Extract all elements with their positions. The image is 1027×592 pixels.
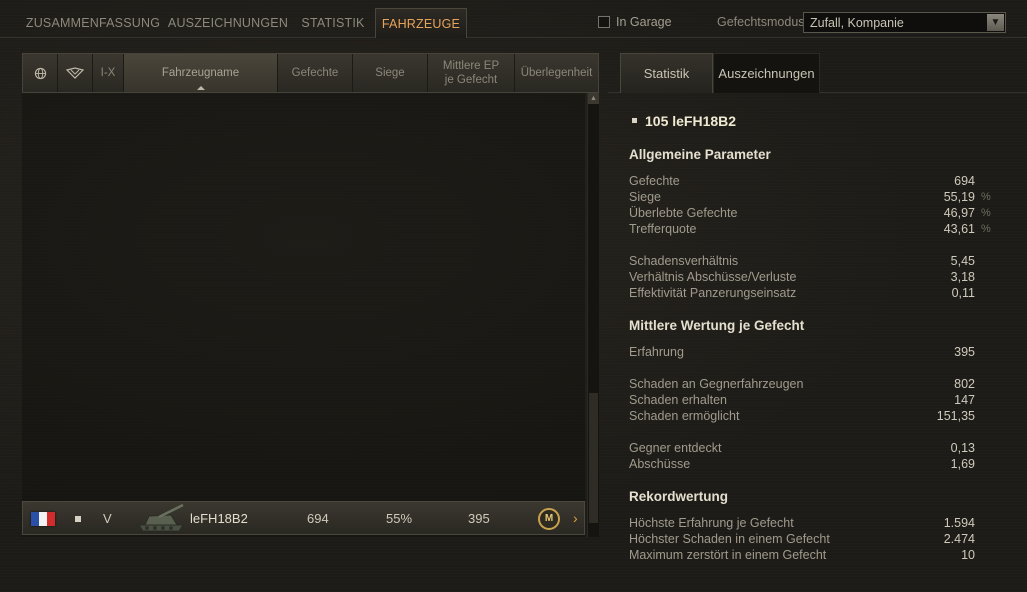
chevron-right-icon: › xyxy=(573,510,578,526)
row-tier: V xyxy=(103,511,112,526)
stat-unit: % xyxy=(981,223,991,235)
sort-ascending-icon xyxy=(196,86,205,90)
stat-value: 802 xyxy=(954,377,975,391)
vehicle-list-scrollbar[interactable]: ▲ xyxy=(587,93,599,537)
battles-header-label: Gefechte xyxy=(291,67,339,79)
row-wins: 55% xyxy=(386,511,413,526)
stat-label: Schaden ermöglicht xyxy=(629,409,740,423)
stat-label: Gegner entdeckt xyxy=(629,441,722,455)
tier-header-label: I-X xyxy=(100,67,116,79)
sort-by-avg-xp-button[interactable]: Mittlere EP je Gefecht xyxy=(428,54,515,92)
sort-by-type-button[interactable] xyxy=(58,54,93,92)
vehicle-detail-panel: Statistik Auszeichnungen 105 leFH18B2 Al… xyxy=(608,53,1027,592)
stat-value: 55,19 xyxy=(943,190,975,204)
france-flag-icon xyxy=(31,512,55,526)
battle-mode-value: Zufall, Kompanie xyxy=(810,16,904,30)
stat-label: Trefferquote xyxy=(629,222,697,236)
stat-label: Schaden an Gegnerfahrzeugen xyxy=(629,377,804,391)
stat-value: 1,69 xyxy=(950,457,975,471)
name-header-label: Fahrzeugname xyxy=(161,67,240,79)
in-garage-label: In Garage xyxy=(616,15,672,29)
section-title-general: Allgemeine Parameter xyxy=(629,147,771,162)
stat-value: 0,11 xyxy=(951,286,975,300)
spg-type-icon xyxy=(75,516,81,522)
globe-icon xyxy=(34,67,46,79)
stat-label: Höchste Erfahrung je Gefecht xyxy=(629,516,794,530)
tank-type-icon xyxy=(66,66,84,79)
row-battles: 694 xyxy=(307,511,329,526)
stat-value: 147 xyxy=(954,393,975,407)
stat-value: 694 xyxy=(954,174,975,188)
stat-label: Gefechte xyxy=(629,174,680,188)
tab-statistik[interactable]: STATISTIK xyxy=(294,8,372,38)
stat-value: 1.594 xyxy=(943,516,975,530)
sort-by-mastery-button[interactable]: Überlegenheit xyxy=(515,54,598,92)
stat-value: 0,13 xyxy=(950,441,975,455)
stat-label: Erfahrung xyxy=(629,345,684,359)
stat-value: 395 xyxy=(954,345,975,359)
scroll-up-arrow-icon[interactable]: ▲ xyxy=(588,93,599,104)
row-avg-xp: 395 xyxy=(468,511,490,526)
tab-auszeichnungen[interactable]: AUSZEICHNUNGEN xyxy=(166,8,290,38)
tank-image-icon xyxy=(138,503,184,532)
wins-header-label: Siege xyxy=(375,67,405,79)
stat-value: 5,45 xyxy=(950,254,975,268)
stat-label: Schaden erhalten xyxy=(629,393,727,407)
section-title-average: Mittlere Wertung je Gefecht xyxy=(629,318,805,333)
stat-label: Verhältnis Abschüsse/Verluste xyxy=(629,270,797,284)
vehicle-table-header: I-X Fahrzeugname Gefechte Siege Mittlere… xyxy=(22,53,599,93)
section-title-records: Rekordwertung xyxy=(629,489,729,504)
chevron-down-icon[interactable]: ▼ xyxy=(987,14,1004,31)
stat-label: Siege xyxy=(629,190,661,204)
avg-xp-header-label-line2: je Gefecht xyxy=(444,74,498,86)
stat-value: 10 xyxy=(961,548,975,562)
battle-mode-label: Gefechtsmodus: xyxy=(717,15,809,29)
tab-detail-auszeichnungen[interactable]: Auszeichnungen xyxy=(713,53,820,93)
stat-unit: % xyxy=(981,207,991,219)
sort-by-nation-button[interactable] xyxy=(23,54,58,92)
tab-zusammenfassung[interactable]: ZUSAMMENFASSUNG xyxy=(22,8,164,38)
stat-label: Überlebte Gefechte xyxy=(629,206,738,220)
sort-by-tier-button[interactable]: I-X xyxy=(93,54,124,92)
avg-xp-header-label-line1: Mittlere EP xyxy=(442,60,500,72)
vehicle-list[interactable] xyxy=(22,93,585,537)
stat-unit: % xyxy=(981,191,991,203)
mastery-badge-icon: M xyxy=(538,508,560,530)
mastery-header-label: Überlegenheit xyxy=(520,67,593,79)
tab-fahrzeuge[interactable]: FAHRZEUGE xyxy=(375,8,467,38)
vehicle-title: 105 leFH18B2 xyxy=(631,113,737,129)
vehicle-list-panel: I-X Fahrzeugname Gefechte Siege Mittlere… xyxy=(22,53,599,537)
table-row[interactable]: V leFH18B2 694 55% 395 M › xyxy=(22,501,585,535)
top-tab-bar: ZUSAMMENFASSUNG AUSZEICHNUNGEN STATISTIK… xyxy=(0,0,1027,38)
stat-value: 2.474 xyxy=(943,532,975,546)
scrollbar-thumb[interactable] xyxy=(589,393,598,523)
row-vehicle-name: leFH18B2 xyxy=(190,511,248,526)
stat-label: Abschüsse xyxy=(629,457,691,471)
stat-label: Höchster Schaden in einem Gefecht xyxy=(629,532,830,546)
stat-value: 3,18 xyxy=(950,270,975,284)
sort-by-name-button[interactable]: Fahrzeugname xyxy=(124,54,278,92)
stat-value: 43,61 xyxy=(943,222,975,236)
sort-by-battles-button[interactable]: Gefechte xyxy=(278,54,353,92)
stat-label: Schadensverhältnis xyxy=(629,254,739,268)
stat-value: 151,35 xyxy=(936,409,975,423)
stat-value: 46,97 xyxy=(943,206,975,220)
sort-by-wins-button[interactable]: Siege xyxy=(353,54,428,92)
detail-tabs: Statistik Auszeichnungen xyxy=(608,53,1027,93)
in-garage-checkbox[interactable] xyxy=(598,16,610,28)
stat-label: Effektivität Panzerungseinsatz xyxy=(629,286,797,300)
battle-mode-dropdown[interactable]: Zufall, Kompanie ▼ xyxy=(803,12,1006,33)
stat-label: Maximum zerstört in einem Gefecht xyxy=(629,548,827,562)
tab-detail-statistik[interactable]: Statistik xyxy=(620,53,713,93)
